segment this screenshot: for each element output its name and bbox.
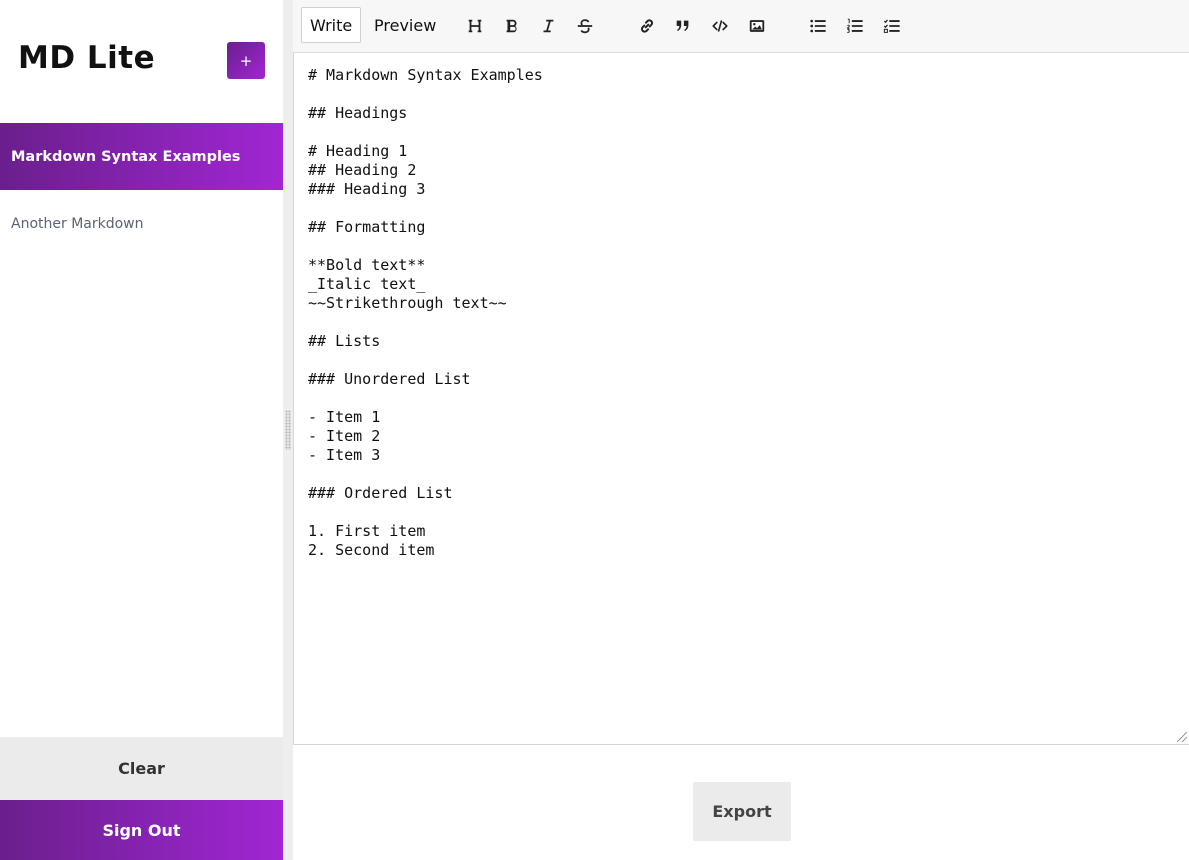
- task-list-icon[interactable]: [879, 13, 905, 39]
- app-title: MD Lite: [18, 40, 156, 76]
- ordered-list-icon[interactable]: [842, 13, 868, 39]
- image-icon[interactable]: [744, 13, 770, 39]
- editor-toolbar: Write Preview: [293, 0, 1189, 53]
- markdown-editor: Write Preview # Markdown Syntax Examples…: [293, 0, 1189, 745]
- code-icon[interactable]: [707, 13, 733, 39]
- pane-splitter[interactable]: [283, 0, 293, 860]
- resize-handle-icon[interactable]: [1177, 732, 1187, 742]
- tab-preview[interactable]: Preview: [365, 7, 445, 43]
- italic-icon[interactable]: [535, 13, 561, 39]
- markdown-textarea[interactable]: # Markdown Syntax Examples ## Headings #…: [293, 53, 1189, 744]
- sign-out-button[interactable]: Sign Out: [0, 800, 283, 860]
- tab-write[interactable]: Write: [301, 7, 362, 43]
- document-item-markdown-syntax-examples[interactable]: Markdown Syntax Examples: [0, 123, 283, 190]
- document-item-another-markdown[interactable]: Another Markdown: [0, 190, 283, 257]
- sidebar: MD Lite + Markdown Syntax Examples Anoth…: [0, 0, 283, 860]
- quote-icon[interactable]: [670, 13, 696, 39]
- clear-button[interactable]: Clear: [0, 737, 283, 800]
- markdown-content[interactable]: # Markdown Syntax Examples ## Headings #…: [308, 66, 1168, 560]
- unordered-list-icon[interactable]: [805, 13, 831, 39]
- document-list: Markdown Syntax Examples Another Markdow…: [0, 123, 283, 257]
- link-icon[interactable]: [634, 13, 660, 39]
- add-document-button[interactable]: +: [227, 42, 265, 79]
- splitter-grip-icon: [285, 410, 291, 450]
- bold-icon[interactable]: [499, 13, 525, 39]
- strikethrough-icon[interactable]: [572, 13, 598, 39]
- export-button[interactable]: Export: [693, 782, 791, 841]
- heading-icon[interactable]: [462, 13, 488, 39]
